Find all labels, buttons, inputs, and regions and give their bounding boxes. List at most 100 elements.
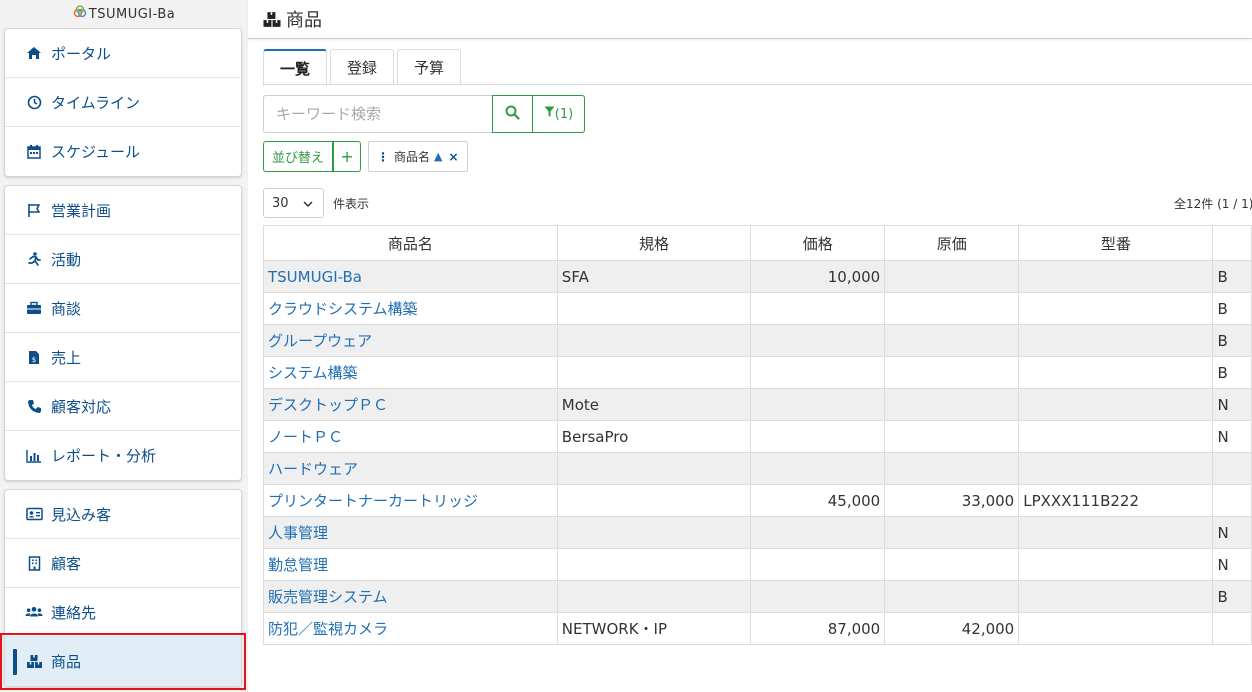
table-row[interactable]: 販売管理システム B: [263, 580, 1252, 613]
column-header-model[interactable]: 型番: [1018, 225, 1214, 261]
cell-extra: [1212, 484, 1252, 517]
search-input[interactable]: [263, 95, 492, 133]
cell-cost: 33,000: [884, 484, 1020, 517]
sidebar-item-label: 売上: [51, 348, 82, 367]
table-row[interactable]: クラウドシステム構築 B: [263, 292, 1252, 325]
sidebar-item-label: タイムライン: [51, 93, 140, 112]
table-row[interactable]: プリンタートナーカートリッジ 45,000 33,000 LPXXX111B222: [263, 484, 1252, 517]
cell-product-name[interactable]: ノートＰＣ: [263, 420, 558, 453]
cell-model: [1018, 420, 1214, 453]
tab-budget[interactable]: 予算: [397, 49, 462, 84]
cell-cost: [884, 356, 1020, 389]
tab-register[interactable]: 登録: [330, 49, 395, 84]
filter-count: (1): [554, 106, 574, 122]
cell-cost: [884, 548, 1020, 581]
sidebar-item-label: 営業計画: [51, 201, 112, 220]
cell-product-name[interactable]: プリンタートナーカートリッジ: [263, 484, 558, 517]
table-row[interactable]: ノートＰＣ BersaPro N: [263, 420, 1252, 453]
table-row[interactable]: デスクトップＰＣ Mote N: [263, 388, 1252, 421]
sidebar-item-products[interactable]: 商品: [5, 637, 241, 686]
cell-product-name[interactable]: グループウェア: [263, 324, 558, 357]
logo-text: TSUMUGI-Ba: [88, 6, 176, 22]
sidebar-item-portal[interactable]: ポータル: [5, 29, 241, 78]
cell-product-name[interactable]: システム構築: [263, 356, 558, 389]
sort-row: 並び替え + ⋮ 商品名 ▲ ×: [263, 141, 468, 172]
cell-extra: B: [1212, 292, 1252, 325]
cell-cost: [884, 388, 1020, 421]
cell-cost: [884, 580, 1020, 613]
cell-cost: [884, 452, 1020, 485]
sidebar-item-revenue[interactable]: $ 売上: [5, 333, 241, 382]
cell-product-name[interactable]: 人事管理: [263, 516, 558, 549]
page-header: 商品: [248, 0, 1252, 39]
table-row[interactable]: 勤怠管理 N: [263, 548, 1252, 581]
sidebar-item-leads[interactable]: 見込み客: [5, 490, 241, 539]
cell-cost: [884, 260, 1020, 293]
sidebar-item-sales-plan[interactable]: 営業計画: [5, 186, 241, 235]
users-icon: [25, 604, 43, 620]
cell-price: [750, 516, 886, 549]
cell-product-name[interactable]: 勤怠管理: [263, 548, 558, 581]
cell-spec: [556, 356, 752, 389]
sort-chip[interactable]: ⋮ 商品名 ▲ ×: [368, 141, 468, 172]
sidebar-item-customers[interactable]: 顧客: [5, 539, 241, 588]
sort-asc-icon[interactable]: ▲: [434, 150, 442, 163]
column-header-cost[interactable]: 原価: [884, 225, 1020, 261]
logo-mark-icon: [73, 5, 87, 23]
page-title: 商品: [286, 10, 322, 31]
cell-product-name[interactable]: デスクトップＰＣ: [263, 388, 558, 421]
sidebar-item-timeline[interactable]: タイムライン: [5, 78, 241, 127]
cell-cost: 42,000: [884, 612, 1020, 645]
column-header-price[interactable]: 価格: [750, 225, 886, 261]
cell-price: [750, 292, 886, 325]
column-header-extra[interactable]: [1212, 225, 1252, 261]
svg-text:$: $: [32, 356, 36, 364]
search-bar: (1): [263, 95, 585, 133]
cell-price: [750, 452, 886, 485]
sidebar-item-reports[interactable]: レポート・分析: [5, 431, 241, 480]
table-row[interactable]: グループウェア B: [263, 324, 1252, 357]
cell-extra: B: [1212, 324, 1252, 357]
app-logo[interactable]: TSUMUGI-Ba: [0, 0, 248, 28]
table-row[interactable]: TSUMUGI-Ba SFA 10,000 B: [263, 260, 1252, 293]
cell-spec: [556, 324, 752, 357]
tabs-divider: [263, 84, 1252, 85]
per-page-value: 30: [272, 195, 289, 211]
search-button[interactable]: [492, 95, 533, 133]
sidebar-item-activity[interactable]: 活動: [5, 235, 241, 284]
table-row[interactable]: 防犯／監視カメラ NETWORK・IP 87,000 42,000: [263, 612, 1252, 645]
building-icon: [25, 555, 43, 571]
cell-product-name[interactable]: 販売管理システム: [263, 580, 558, 613]
cell-price: 87,000: [750, 612, 886, 645]
sidebar-item-contacts[interactable]: 連絡先: [5, 588, 241, 637]
sort-button[interactable]: 並び替え: [263, 141, 334, 172]
cell-product-name[interactable]: TSUMUGI-Ba: [263, 260, 558, 293]
sidebar: TSUMUGI-Ba ポータル タイムライン スケジュール 営業計画 活動 商談: [0, 0, 248, 692]
drag-handle-icon[interactable]: ⋮: [377, 150, 389, 164]
main-content: 商品 一覧 登録 予算 (1) 並び替え + ⋮ 商品名 ▲ × 30 件表示: [248, 0, 1252, 692]
remove-sort-icon[interactable]: ×: [449, 150, 459, 164]
column-header-name[interactable]: 商品名: [263, 225, 558, 261]
invoice-icon: $: [25, 349, 43, 365]
sidebar-item-schedule[interactable]: スケジュール: [5, 127, 241, 176]
table-row[interactable]: システム構築 B: [263, 356, 1252, 389]
table-row[interactable]: ハードウェア: [263, 452, 1252, 485]
cell-product-name[interactable]: ハードウェア: [263, 452, 558, 485]
filter-button[interactable]: (1): [533, 95, 585, 133]
add-sort-button[interactable]: +: [333, 141, 362, 172]
cell-product-name[interactable]: クラウドシステム構築: [263, 292, 558, 325]
cell-product-name[interactable]: 防犯／監視カメラ: [263, 612, 558, 645]
per-page-select[interactable]: 30: [263, 188, 324, 218]
cell-spec: [556, 484, 752, 517]
table-row[interactable]: 人事管理 N: [263, 516, 1252, 549]
sidebar-item-deals[interactable]: 商談: [5, 284, 241, 333]
nav-group-sales: 営業計画 活動 商談 $ 売上 顧客対応 レポート・分析: [4, 185, 242, 481]
boxes-icon: [262, 11, 282, 28]
sidebar-item-customer-support[interactable]: 顧客対応: [5, 382, 241, 431]
briefcase-icon: [25, 300, 43, 316]
sidebar-item-label: 連絡先: [51, 603, 97, 622]
column-header-spec[interactable]: 規格: [556, 225, 752, 261]
tab-list[interactable]: 一覧: [263, 49, 328, 86]
cell-extra: [1212, 612, 1252, 645]
running-icon: [25, 251, 43, 267]
